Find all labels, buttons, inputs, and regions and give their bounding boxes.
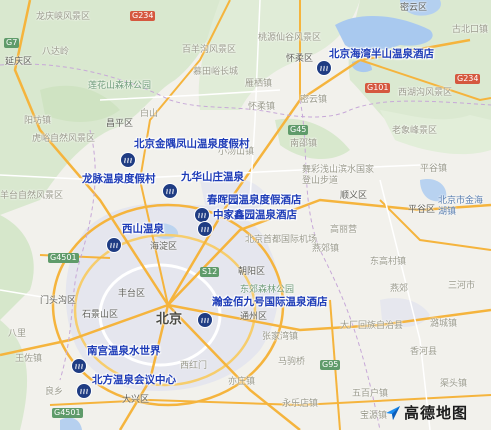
place-label: 北京首都国际机场 <box>245 235 318 245</box>
place-label: 密云区 <box>400 3 428 13</box>
place-label: 海淀区 <box>150 242 178 252</box>
poi-label-jinyu[interactable]: 北京金隅凤山温泉度假村 <box>134 139 250 150</box>
place-label: 王佐镇 <box>15 354 43 364</box>
logo-text: 高德地图 <box>404 404 469 422</box>
place-label: 大兴区 <box>122 395 150 405</box>
place-label: 西湖沟风景区 <box>398 88 453 98</box>
place-label: 怀柔区 <box>286 54 314 64</box>
poi-label-nangong[interactable]: 南宫温泉水世界 <box>87 346 161 357</box>
place-label: 马驹桥 <box>278 357 306 367</box>
place-label: 阳坊镇 <box>24 116 52 126</box>
place-label: 香河县 <box>410 347 438 357</box>
place-label: 通州区 <box>240 312 268 322</box>
road-shield: G4501 <box>48 253 79 263</box>
place-label: 张家湾镇 <box>262 332 299 342</box>
place-label: 丰台区 <box>118 289 146 299</box>
road-shield: G4501 <box>52 408 83 418</box>
hot-spring-icon[interactable] <box>197 221 213 237</box>
road-shield: G45 <box>288 125 309 135</box>
place-label: 朝阳区 <box>238 267 266 277</box>
place-label: 平谷镇 <box>420 164 448 174</box>
hot-spring-icon[interactable] <box>71 358 87 374</box>
place-label: 五百户镇 <box>352 389 389 399</box>
place-label: 虎峪自然风景区 <box>32 134 96 144</box>
place-label: 石景山区 <box>82 310 119 320</box>
place-label: 高丽营 <box>330 225 358 235</box>
place-label: 桃源仙谷风景区 <box>258 33 322 43</box>
hot-spring-icon[interactable] <box>120 152 136 168</box>
place-label: 宝源镇 <box>360 411 388 421</box>
poi-label-jiuhua[interactable]: 九华山庄温泉 <box>181 172 244 183</box>
place-label: 白山 <box>140 109 159 119</box>
place-label: 龙庆峡风景区 <box>36 12 91 22</box>
place-label: 延庆区 <box>5 57 33 67</box>
place-label: 东郊森林公园 <box>240 285 295 295</box>
hot-spring-icon[interactable] <box>106 237 122 253</box>
road-shield: G234 <box>455 74 481 84</box>
place-label: 雁栖镇 <box>245 79 273 89</box>
poi-label-chunhui[interactable]: 春晖园温泉度假酒店 <box>207 195 302 206</box>
place-label: 北京市金海湖镇 <box>438 196 484 217</box>
place-label: 八里 <box>8 329 27 339</box>
place-label: 三河市 <box>448 281 476 291</box>
road-shield: G101 <box>365 83 391 93</box>
place-label: 西红门 <box>180 361 208 371</box>
place-label: 东高村镇 <box>370 257 407 267</box>
poi-label-haiwan[interactable]: 北京海湾半山温泉酒店 <box>329 49 434 60</box>
poi-label-tianxin[interactable]: 瀚金佰九号国际温泉酒店 <box>212 297 328 308</box>
place-label: 亦庄镇 <box>228 377 256 387</box>
road-shield: S12 <box>200 267 220 277</box>
road-shield: G234 <box>130 11 156 21</box>
place-label: 古北口镇 <box>452 25 489 35</box>
amap-logo: 高德地图 <box>384 402 468 423</box>
hot-spring-icon[interactable] <box>197 312 213 328</box>
hot-spring-icon[interactable] <box>76 383 92 399</box>
city-label: 北京 <box>156 312 183 327</box>
place-label: 莲花山森林公园 <box>88 81 152 91</box>
hot-spring-icon[interactable] <box>316 60 332 76</box>
place-label: 百羊沟风景区 <box>182 45 237 55</box>
place-label: 密云镇 <box>300 95 328 105</box>
poi-label-beifang[interactable]: 北方温泉会议中心 <box>92 375 176 386</box>
place-label: 永乐店镇 <box>282 399 319 409</box>
place-label: 八达岭 <box>42 47 70 57</box>
place-label: 燕郊 <box>390 284 409 294</box>
place-label: 舞彩浅山滨水国家登山步道 <box>302 165 375 186</box>
road-shield: G7 <box>4 38 20 48</box>
place-label: 门头沟区 <box>40 296 77 306</box>
place-label: 平谷区 <box>408 205 436 215</box>
place-label: 老象峰景区 <box>392 126 438 136</box>
place-label: 昌平区 <box>106 119 134 129</box>
poi-label-longmai[interactable]: 龙脉温泉度假村 <box>82 174 156 185</box>
place-label: 羊台自然风景区 <box>0 191 64 201</box>
place-label: 慕田峪长城 <box>193 67 239 77</box>
map-canvas[interactable]: 龙庆峡风景区 G234 G7 延庆区 八达岭 莲花山森林公园 百羊沟风景区 慕田… <box>0 0 491 430</box>
place-label: 良乡 <box>45 387 64 397</box>
place-label: 怀柔镇 <box>248 102 276 112</box>
place-label: 南邵镇 <box>290 139 318 149</box>
navigation-arrow-icon <box>386 405 400 420</box>
poi-label-xishan[interactable]: 西山温泉 <box>122 224 164 235</box>
place-label: 渠头镇 <box>440 379 468 389</box>
hot-spring-icon[interactable] <box>162 183 178 199</box>
place-label: 潞城镇 <box>430 319 458 329</box>
place-label: 燕郊镇 <box>312 244 340 254</box>
place-label: 大厂回族自治县 <box>340 321 404 331</box>
road-shield: G95 <box>320 360 341 370</box>
poi-label-zhongjia[interactable]: 中家鑫园温泉酒店 <box>213 210 297 221</box>
place-label: 顺义区 <box>340 191 368 201</box>
